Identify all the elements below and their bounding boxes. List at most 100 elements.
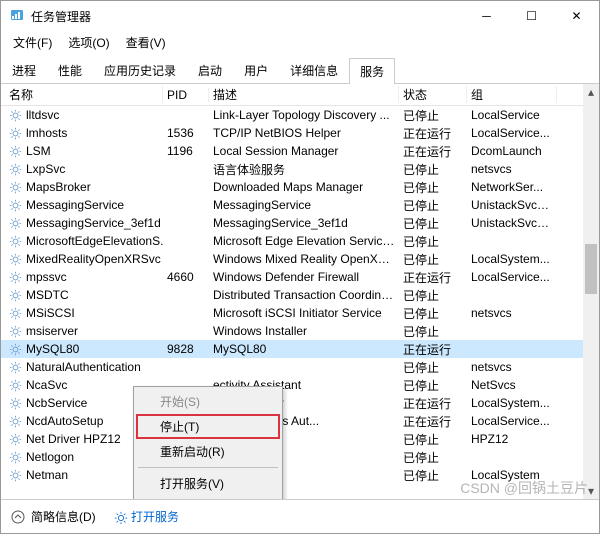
table-row[interactable]: lltdsvcLink-Layer Topology Discovery ...… <box>1 106 599 124</box>
open-services-link[interactable]: 打开服务 <box>131 510 179 524</box>
table-row[interactable]: MicrosoftEdgeElevationS...Microsoft Edge… <box>1 232 599 250</box>
table-row[interactable]: NaturalAuthentication已停止netsvcs <box>1 358 599 376</box>
menu-file[interactable]: 文件(F) <box>7 32 58 53</box>
table-row[interactable]: lmhosts1536TCP/IP NetBIOS Helper正在运行Loca… <box>1 124 599 142</box>
service-name: LSM <box>26 144 51 158</box>
service-status: 已停止 <box>399 161 467 178</box>
service-status: 已停止 <box>399 197 467 214</box>
gear-icon <box>9 163 22 176</box>
service-status: 已停止 <box>399 431 467 448</box>
tab-0[interactable]: 进程 <box>1 57 47 83</box>
service-status: 已停止 <box>399 449 467 466</box>
menubar: 文件(F) 选项(O) 查看(V) <box>1 31 599 53</box>
service-group: netsvcs <box>467 360 557 374</box>
col-group[interactable]: 组 <box>467 86 557 103</box>
close-button[interactable]: ✕ <box>554 1 599 31</box>
service-name: MicrosoftEdgeElevationS... <box>26 234 163 248</box>
minimize-button[interactable]: ─ <box>464 1 509 31</box>
table-header[interactable]: 名称 PID 描述 状态 组 <box>1 84 599 106</box>
service-status: 已停止 <box>399 179 467 196</box>
gear-icon <box>9 289 22 302</box>
service-group: LocalService... <box>467 270 557 284</box>
table-row[interactable]: LxpSvc语言体验服务已停止netsvcs <box>1 160 599 178</box>
services-table: 名称 PID 描述 状态 组 lltdsvcLink-Layer Topolog… <box>1 84 599 499</box>
window-title: 任务管理器 <box>31 8 464 25</box>
table-row[interactable]: msiserverWindows Installer已停止 <box>1 322 599 340</box>
service-desc: Windows Defender Firewall <box>209 270 399 284</box>
table-row[interactable]: MSiSCSIMicrosoft iSCSI Initiator Service… <box>1 304 599 322</box>
tab-6[interactable]: 服务 <box>349 58 395 84</box>
table-row[interactable]: MixedRealityOpenXRSvcWindows Mixed Reali… <box>1 250 599 268</box>
gear-icon <box>9 325 22 338</box>
table-row[interactable]: MessagingService_3ef1dMessagingService_3… <box>1 214 599 232</box>
gear-icon <box>9 307 22 320</box>
chevron-up-icon[interactable] <box>11 510 25 524</box>
scroll-up-icon[interactable]: ▴ <box>583 84 599 100</box>
gear-icon <box>9 433 22 446</box>
service-status: 已停止 <box>399 215 467 232</box>
maximize-button[interactable]: ☐ <box>509 1 554 31</box>
table-row[interactable]: MapsBrokerDownloaded Maps Manager已停止Netw… <box>1 178 599 196</box>
table-row[interactable]: LSM1196Local Session Manager正在运行DcomLaun… <box>1 142 599 160</box>
col-name[interactable]: 名称 <box>5 86 163 103</box>
vertical-scrollbar[interactable]: ▴ ▾ <box>583 84 599 499</box>
service-status: 已停止 <box>399 359 467 376</box>
gear-icon <box>9 217 22 230</box>
table-row[interactable]: MessagingServiceMessagingService已停止Unist… <box>1 196 599 214</box>
service-group: LocalService <box>467 108 557 122</box>
table-row[interactable]: NcaSvcectivity Assistant已停止NetSvcs <box>1 376 599 394</box>
service-status: 已停止 <box>399 107 467 124</box>
gear-icon <box>9 469 22 482</box>
service-desc: Windows Installer <box>209 324 399 338</box>
table-row[interactable]: Net Driver HPZ12已停止HPZ12 <box>1 430 599 448</box>
table-row[interactable]: NcdAutoSetupected Devices Aut...正在运行Loca… <box>1 412 599 430</box>
col-pid[interactable]: PID <box>163 88 209 102</box>
ctx-restart[interactable]: 重新启动(R) <box>136 439 280 464</box>
gear-icon <box>9 343 22 356</box>
tab-4[interactable]: 用户 <box>233 57 279 83</box>
gear-icon <box>9 415 22 428</box>
tab-2[interactable]: 应用历史记录 <box>93 57 187 83</box>
service-status: 正在运行 <box>399 125 467 142</box>
fewer-details-link[interactable]: 简略信息(D) <box>31 508 96 525</box>
table-row[interactable]: MySQL809828MySQL80正在运行 <box>1 340 599 358</box>
table-row[interactable]: Netlogon已停止 <box>1 448 599 466</box>
service-desc: Local Session Manager <box>209 144 399 158</box>
table-row[interactable]: mpssvc4660Windows Defender Firewall正在运行L… <box>1 268 599 286</box>
tab-1[interactable]: 性能 <box>47 57 93 83</box>
service-group: netsvcs <box>467 306 557 320</box>
menu-options[interactable]: 选项(O) <box>62 32 115 53</box>
table-row[interactable]: NcbServiceection Broker正在运行LocalSystem..… <box>1 394 599 412</box>
gear-icon <box>9 271 22 284</box>
scrollbar-thumb[interactable] <box>585 244 597 294</box>
ctx-search-online[interactable]: 在线搜索(O) <box>136 496 280 499</box>
service-desc: MessagingService_3ef1d <box>209 216 399 230</box>
service-name: MSiSCSI <box>26 306 75 320</box>
table-row[interactable]: Netman已停止LocalSystem <box>1 466 599 484</box>
service-status: 已停止 <box>399 305 467 322</box>
gear-icon <box>9 235 22 248</box>
tab-3[interactable]: 启动 <box>187 57 233 83</box>
ctx-start: 开始(S) <box>136 389 280 414</box>
titlebar: 任务管理器 ─ ☐ ✕ <box>1 1 599 31</box>
tab-5[interactable]: 详细信息 <box>279 57 349 83</box>
service-name: MySQL80 <box>26 342 79 356</box>
service-group: LocalSystem... <box>467 396 557 410</box>
menu-view[interactable]: 查看(V) <box>120 32 172 53</box>
ctx-stop[interactable]: 停止(T) <box>136 414 280 439</box>
gear-icon <box>9 397 22 410</box>
col-status[interactable]: 状态 <box>399 86 467 103</box>
gear-icon <box>9 145 22 158</box>
scroll-down-icon[interactable]: ▾ <box>583 483 599 499</box>
service-desc: Windows Mixed Reality OpenXR ... <box>209 252 399 266</box>
ctx-open-services[interactable]: 打开服务(V) <box>136 471 280 496</box>
service-status: 正在运行 <box>399 143 467 160</box>
service-group: UnistackSvcG... <box>467 216 557 230</box>
service-group: LocalService... <box>467 126 557 140</box>
service-group: netsvcs <box>467 162 557 176</box>
service-desc: Downloaded Maps Manager <box>209 180 399 194</box>
gear-icon <box>9 379 22 392</box>
col-desc[interactable]: 描述 <box>209 86 399 103</box>
service-name: msiserver <box>26 324 78 338</box>
table-row[interactable]: MSDTCDistributed Transaction Coordina...… <box>1 286 599 304</box>
